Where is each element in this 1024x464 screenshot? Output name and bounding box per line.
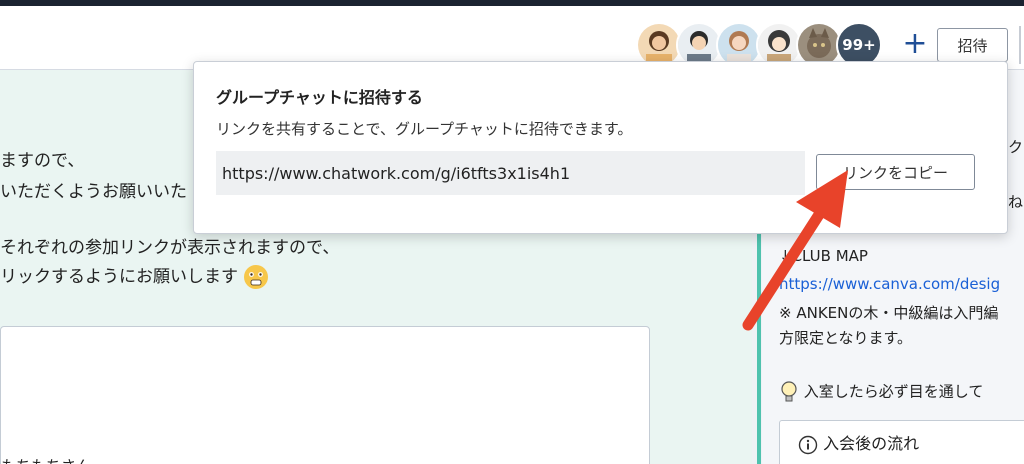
enter-note-text: 入室したら必ず目を通して <box>803 382 984 401</box>
message-compose-box[interactable]: もちもちさん <box>0 326 650 464</box>
header-divider <box>1019 26 1021 64</box>
enter-note: 入室したら必ず目を通して <box>779 380 983 404</box>
compose-text: もちもちさん <box>1 455 91 464</box>
chat-text: リックするようにお願いします <box>0 267 238 287</box>
invite-link-field[interactable] <box>216 151 805 195</box>
popover-description: リンクを共有することで、グループチャットに招待できます。 <box>216 120 633 138</box>
flow-label-text: 入会後の流れ <box>823 434 920 453</box>
copy-link-button[interactable]: リンクをコピー <box>816 154 975 190</box>
info-icon <box>798 435 818 454</box>
chat-text-line: ますので、 <box>0 151 85 171</box>
pleading-emoji-icon <box>244 265 269 289</box>
chat-text-line: リックするようにお願いします <box>0 262 269 290</box>
right-panel-note: 方限定となります。 <box>779 329 913 347</box>
right-panel-note: ※ ANKENの木・中級編は入門編 <box>779 304 999 322</box>
popover-title: グループチャットに招待する <box>216 88 423 107</box>
add-member-icon[interactable]: + <box>900 24 930 64</box>
lightbulb-icon <box>781 381 797 402</box>
flow-label: 入会後の流れ <box>798 430 919 455</box>
chat-text-line: いただくようお願いいた <box>0 182 187 202</box>
chat-text-line: それぞれの参加リンクが表示されますので、 <box>0 238 340 258</box>
invite-button[interactable]: 招待 <box>937 28 1008 62</box>
right-panel-text: ク <box>1008 138 1024 156</box>
invite-popover: グループチャットに招待する リンクを共有することで、グループチャットに招待できま… <box>193 61 1008 234</box>
flow-box[interactable]: 入会後の流れ <box>779 420 1024 464</box>
club-map-label: ↓CLUB MAP <box>779 247 868 265</box>
club-map-link[interactable]: https://www.canva.com/desig <box>779 275 1000 293</box>
right-panel-text: ね <box>1008 193 1024 211</box>
